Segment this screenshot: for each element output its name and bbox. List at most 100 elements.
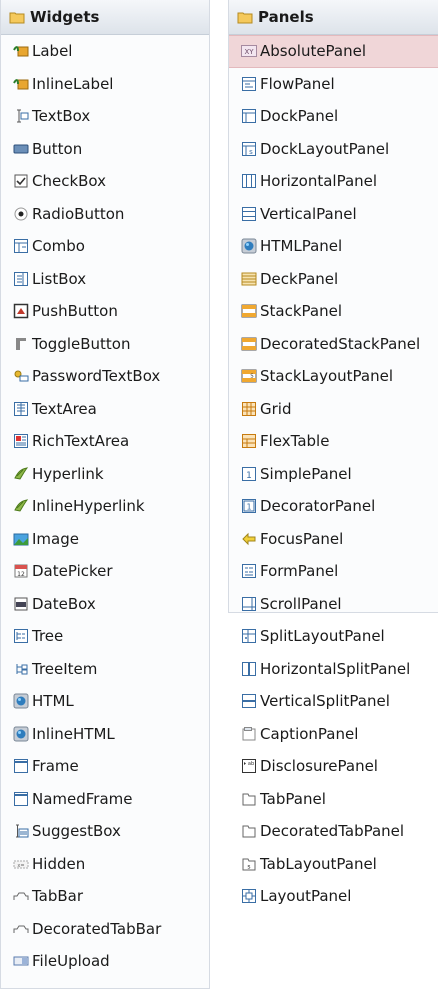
- palette-item-decoratedtabbar[interactable]: DecoratedTabBar: [1, 913, 209, 946]
- palette-item-label: DeckPanel: [260, 269, 339, 288]
- palette-item-datepicker[interactable]: 12 DatePicker: [1, 555, 209, 588]
- tab-panel-icon: [241, 791, 257, 807]
- palette-item-textarea[interactable]: TextArea: [1, 393, 209, 426]
- palette-item-label: FormPanel: [260, 562, 339, 581]
- palette-item-stackpanel[interactable]: StackPanel: [229, 295, 438, 328]
- palette-item-listbox[interactable]: ListBox: [1, 263, 209, 296]
- palette-item-splitlayoutpanel[interactable]: SplitLayoutPanel: [229, 620, 438, 653]
- palette-item-passwordtextbox[interactable]: PasswordTextBox: [1, 360, 209, 393]
- button-icon: [13, 141, 29, 157]
- svg-text:12: 12: [17, 571, 25, 578]
- palette-item-decoratorpanel[interactable]: 1 DecoratorPanel: [229, 490, 438, 523]
- caption-panel-icon: [241, 726, 257, 742]
- palette-item-inlinelabel[interactable]: InlineLabel: [1, 68, 209, 101]
- widgets-header[interactable]: Widgets: [1, 0, 209, 35]
- palette-item-datebox[interactable]: DateBox: [1, 588, 209, 621]
- decorator-panel-icon: 1: [241, 498, 257, 514]
- palette-item-disclosurepanel[interactable]: ab DisclosurePanel: [229, 750, 438, 783]
- palette-item-checkbox[interactable]: CheckBox: [1, 165, 209, 198]
- palette-item-focuspanel[interactable]: FocusPanel: [229, 523, 438, 556]
- rich-textarea-icon: [13, 433, 29, 449]
- textarea-icon: [13, 401, 29, 417]
- palette-item-inlinehyperlink[interactable]: InlineHyperlink: [1, 490, 209, 523]
- palette-item-stacklayoutpanel[interactable]: S StackLayoutPanel: [229, 360, 438, 393]
- palette-item-docklayoutpanel[interactable]: s DockLayoutPanel: [229, 133, 438, 166]
- palette-item-label: Hidden: [32, 854, 86, 873]
- deck-panel-icon: [241, 271, 257, 287]
- palette-item-label: SplitLayoutPanel: [260, 627, 385, 646]
- palette-item-flowpanel[interactable]: FlowPanel: [229, 68, 438, 101]
- palette-item-label: StackPanel: [260, 302, 342, 321]
- palette-item-treeitem[interactable]: TreeItem: [1, 653, 209, 686]
- palette-item-label[interactable]: Label: [1, 35, 209, 68]
- named-frame-icon: [13, 791, 29, 807]
- push-button-icon: [13, 303, 29, 319]
- palette-item-label: SimplePanel: [260, 464, 352, 483]
- palette-item-scrollpanel[interactable]: ScrollPanel: [229, 588, 438, 621]
- palette-item-namedframe[interactable]: NamedFrame: [1, 783, 209, 816]
- palette-item-hyperlink[interactable]: Hyperlink: [1, 458, 209, 491]
- palette-item-simplepanel[interactable]: 1 SimplePanel: [229, 458, 438, 491]
- palette-item-button[interactable]: Button: [1, 133, 209, 166]
- palette-item-label: Combo: [32, 237, 85, 256]
- palette-item-tablayoutpanel[interactable]: s TabLayoutPanel: [229, 848, 438, 881]
- palette-item-label: DecoratedStackPanel: [260, 334, 421, 353]
- palette-item-label: HorizontalPanel: [260, 172, 378, 191]
- hidden-icon: x=: [13, 856, 29, 872]
- palette-item-label: FocusPanel: [260, 529, 344, 548]
- palette-item-absolutepanel[interactable]: XY AbsolutePanel: [229, 35, 438, 68]
- palette-item-tree[interactable]: Tree: [1, 620, 209, 653]
- palette-item-label: HTMLPanel: [260, 237, 343, 256]
- palette-item-image[interactable]: Image: [1, 523, 209, 556]
- palette-item-hidden[interactable]: x= Hidden: [1, 848, 209, 881]
- palette-item-label: CheckBox: [32, 172, 107, 191]
- palette-item-frame[interactable]: Frame: [1, 750, 209, 783]
- palette-item-togglebutton[interactable]: ToggleButton: [1, 328, 209, 361]
- palette-item-combo[interactable]: Combo: [1, 230, 209, 263]
- palette-item-decoratedstackpanel[interactable]: DecoratedStackPanel: [229, 328, 438, 361]
- palette-item-dockpanel[interactable]: DockPanel: [229, 100, 438, 133]
- folder-icon: [237, 9, 253, 25]
- flow-panel-icon: [241, 76, 257, 92]
- svg-text:x=: x=: [17, 863, 24, 869]
- palette-item-grid[interactable]: Grid: [229, 393, 438, 426]
- palette-item-flextable[interactable]: FlexTable: [229, 425, 438, 458]
- palette-item-label: FlowPanel: [260, 74, 335, 93]
- palette-item-label: DecoratedTabPanel: [260, 822, 405, 841]
- palette-item-horizontalsplitpanel[interactable]: HorizontalSplitPanel: [229, 653, 438, 686]
- dock-panel-icon: [241, 108, 257, 124]
- panels-list: XY AbsolutePanel FlowPanel DockPanel s DockLa…: [229, 35, 438, 913]
- palette-item-tabbar[interactable]: TabBar: [1, 880, 209, 913]
- palette-item-inlinehtml[interactable]: InlineHTML: [1, 718, 209, 751]
- panels-palette: Panels XY AbsolutePanel FlowPanel DockPanel…: [228, 0, 438, 905]
- palette-item-label: RichTextArea: [32, 432, 130, 451]
- palette-item-radiobutton[interactable]: RadioButton: [1, 198, 209, 231]
- palette-item-deckpanel[interactable]: DeckPanel: [229, 263, 438, 296]
- palette-item-label: TreeItem: [32, 659, 98, 678]
- palette-item-label: TabBar: [32, 887, 84, 906]
- palette-item-decoratedtabpanel[interactable]: DecoratedTabPanel: [229, 815, 438, 848]
- palette-item-pushbutton[interactable]: PushButton: [1, 295, 209, 328]
- palette-item-richtextarea[interactable]: RichTextArea: [1, 425, 209, 458]
- palette-item-suggestbox[interactable]: SuggestBox: [1, 815, 209, 848]
- palette-item-verticalsplitpanel[interactable]: VerticalSplitPanel: [229, 685, 438, 718]
- palette-item-html[interactable]: HTML: [1, 685, 209, 718]
- palette-item-horizontalpanel[interactable]: HorizontalPanel: [229, 165, 438, 198]
- image-icon: [13, 531, 29, 547]
- palette-item-htmlpanel[interactable]: HTMLPanel: [229, 230, 438, 263]
- palette-item-label: NamedFrame: [32, 789, 133, 808]
- palette-item-label: Image: [32, 529, 79, 548]
- panels-header[interactable]: Panels: [229, 0, 438, 35]
- palette-item-fileupload[interactable]: FileUpload: [1, 945, 209, 978]
- palette-item-label: LayoutPanel: [260, 887, 352, 906]
- palette-item-formpanel[interactable]: FormPanel: [229, 555, 438, 588]
- palette-item-label: FlexTable: [260, 432, 330, 451]
- palette-item-tabpanel[interactable]: TabPanel: [229, 783, 438, 816]
- palette-item-layoutpanel[interactable]: LayoutPanel: [229, 880, 438, 913]
- palette-item-verticalpanel[interactable]: VerticalPanel: [229, 198, 438, 231]
- palette-item-label: TabLayoutPanel: [260, 854, 377, 873]
- palette-item-textbox[interactable]: TextBox: [1, 100, 209, 133]
- palette-item-captionpanel[interactable]: CaptionPanel: [229, 718, 438, 751]
- stack-layout-panel-icon: S: [241, 368, 257, 384]
- palette-item-label: PushButton: [32, 302, 118, 321]
